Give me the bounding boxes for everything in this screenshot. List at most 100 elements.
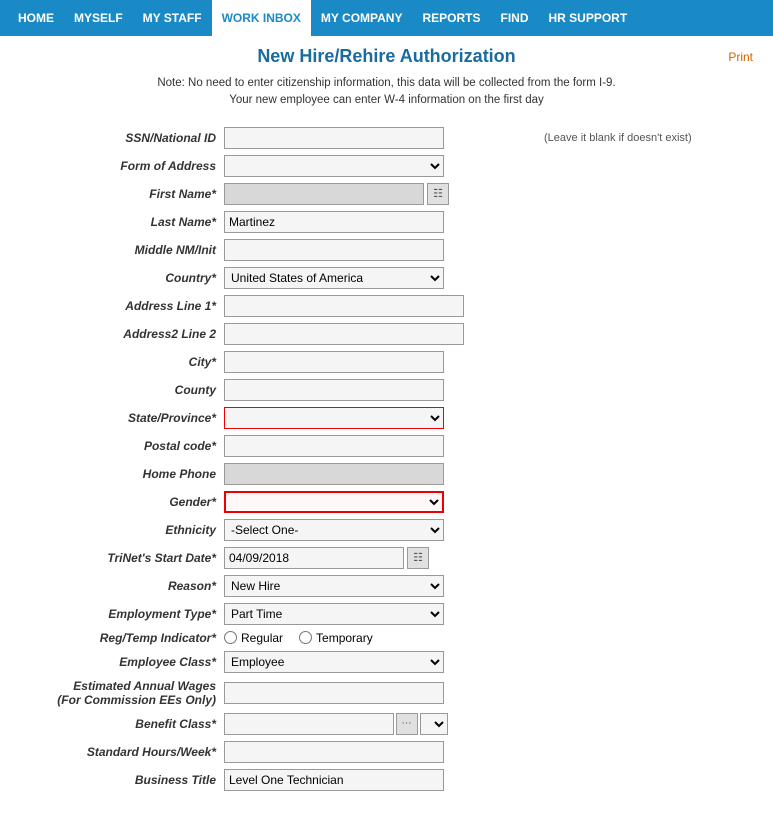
ethnicity-select[interactable]: -Select One- Hispanic or Latino White Bl… xyxy=(224,519,444,541)
page-content: New Hire/Rehire Authorization Print Note… xyxy=(0,36,773,814)
employment-type-select[interactable]: Part Time Full Time xyxy=(224,603,444,625)
state-select[interactable]: Alabama Alaska California New York Texas xyxy=(224,407,444,429)
country-label: Country* xyxy=(20,264,220,292)
regular-label: Regular xyxy=(241,631,283,645)
business-title-input[interactable] xyxy=(224,769,444,791)
first-name-label: First Name* xyxy=(20,180,220,208)
ssn-label: SSN/National ID xyxy=(20,124,220,152)
reason-label: Reason* xyxy=(20,572,220,600)
est-wages-input-cell xyxy=(220,676,540,710)
home-phone-label: Home Phone xyxy=(20,460,220,488)
reason-row: Reason* New Hire Rehire xyxy=(20,572,753,600)
country-row: Country* United States of America Canada… xyxy=(20,264,753,292)
employee-class-label: Employee Class* xyxy=(20,648,220,676)
trinet-start-input[interactable] xyxy=(224,547,404,569)
temporary-radio[interactable] xyxy=(299,631,312,644)
std-hours-row: Standard Hours/Week* xyxy=(20,738,753,766)
ssn-row: SSN/National ID (Leave it blank if doesn… xyxy=(20,124,753,152)
nav-find[interactable]: FIND xyxy=(490,0,538,36)
middle-name-label: Middle NM/Init xyxy=(20,236,220,264)
nav-reports[interactable]: REPORTS xyxy=(412,0,490,36)
postal-row: Postal code* xyxy=(20,432,753,460)
reason-select[interactable]: New Hire Rehire xyxy=(224,575,444,597)
employment-type-input-cell: Part Time Full Time xyxy=(220,600,540,628)
gender-select[interactable]: Male Female xyxy=(224,491,444,513)
county-input[interactable] xyxy=(224,379,444,401)
middle-name-row: Middle NM/Init xyxy=(20,236,753,264)
county-input-cell xyxy=(220,376,540,404)
nav-work-inbox[interactable]: WORK INBOX xyxy=(212,0,311,36)
benefit-class-input[interactable] xyxy=(224,713,394,735)
last-name-input[interactable] xyxy=(224,211,444,233)
lookup-icon[interactable]: ⋯ xyxy=(396,713,418,735)
benefit-class-input-cell: ⋯ xyxy=(220,710,540,738)
country-select[interactable]: United States of America Canada Mexico xyxy=(224,267,444,289)
benefit-class-select[interactable] xyxy=(420,713,448,735)
nav-my-company[interactable]: MY COMPANY xyxy=(311,0,413,36)
form-table: SSN/National ID (Leave it blank if doesn… xyxy=(20,124,753,794)
address1-label: Address Line 1* xyxy=(20,292,220,320)
page-title: New Hire/Rehire Authorization xyxy=(257,46,515,67)
temporary-label: Temporary xyxy=(316,631,373,645)
reg-temp-radio-group: Regular Temporary xyxy=(224,631,536,645)
person-icon[interactable]: ☷ xyxy=(427,183,449,205)
middle-name-input-cell xyxy=(220,236,540,264)
address2-row: Address2 Line 2 xyxy=(20,320,753,348)
reg-temp-label: Reg/Temp Indicator* xyxy=(20,628,220,648)
nav-my-staff[interactable]: MY STAFF xyxy=(133,0,212,36)
est-wages-label: Estimated Annual Wages (For Commission E… xyxy=(20,676,220,710)
employment-type-row: Employment Type* Part Time Full Time xyxy=(20,600,753,628)
regular-radio-label[interactable]: Regular xyxy=(224,631,283,645)
gender-input-cell: Male Female xyxy=(220,488,540,516)
state-label: State/Province* xyxy=(20,404,220,432)
temporary-radio-label[interactable]: Temporary xyxy=(299,631,373,645)
form-of-address-select[interactable]: Mr. Ms. Mrs. Dr. xyxy=(224,155,444,177)
nav-home[interactable]: HOME xyxy=(8,0,64,36)
form-of-address-input-cell: Mr. Ms. Mrs. Dr. xyxy=(220,152,540,180)
home-phone-input-cell xyxy=(220,460,540,488)
address1-input[interactable] xyxy=(224,295,464,317)
ssn-input[interactable] xyxy=(224,127,444,149)
est-wages-row: Estimated Annual Wages (For Commission E… xyxy=(20,676,753,710)
country-input-cell: United States of America Canada Mexico xyxy=(220,264,540,292)
nav-hr-support[interactable]: HR SUPPORT xyxy=(538,0,637,36)
benefit-class-wrap: ⋯ xyxy=(224,713,536,735)
trinet-start-row: TriNet's Start Date* ☷ xyxy=(20,544,753,572)
date-input-wrap: ☷ xyxy=(224,547,536,569)
benefit-class-label: Benefit Class* xyxy=(20,710,220,738)
est-wages-input[interactable] xyxy=(224,682,444,704)
employee-class-select[interactable]: Employee Contractor xyxy=(224,651,444,673)
middle-name-input[interactable] xyxy=(224,239,444,261)
first-name-row: First Name* ☷ xyxy=(20,180,753,208)
nav-myself[interactable]: MYSELF xyxy=(64,0,133,36)
calendar-icon[interactable]: ☷ xyxy=(407,547,429,569)
title-row: New Hire/Rehire Authorization Print xyxy=(20,46,753,67)
city-row: City* xyxy=(20,348,753,376)
std-hours-input[interactable] xyxy=(224,741,444,763)
first-name-input-cell: ☷ xyxy=(220,180,540,208)
navigation-bar: HOME MYSELF MY STAFF WORK INBOX MY COMPA… xyxy=(0,0,773,36)
address2-input[interactable] xyxy=(224,323,464,345)
trinet-start-label: TriNet's Start Date* xyxy=(20,544,220,572)
benefit-class-row: Benefit Class* ⋯ xyxy=(20,710,753,738)
city-input[interactable] xyxy=(224,351,444,373)
regular-radio[interactable] xyxy=(224,631,237,644)
gender-row: Gender* Male Female xyxy=(20,488,753,516)
home-phone-row: Home Phone xyxy=(20,460,753,488)
first-name-input[interactable] xyxy=(224,183,424,205)
form-of-address-label: Form of Address xyxy=(20,152,220,180)
county-label: County xyxy=(20,376,220,404)
employment-type-label: Employment Type* xyxy=(20,600,220,628)
home-phone-input[interactable] xyxy=(224,463,444,485)
est-wages-sub-text: (For Commission EEs Only) xyxy=(57,693,216,707)
ethnicity-label: Ethnicity xyxy=(20,516,220,544)
postal-input-cell xyxy=(220,432,540,460)
reg-temp-input-cell: Regular Temporary xyxy=(220,628,540,648)
address1-row: Address Line 1* xyxy=(20,292,753,320)
trinet-start-input-cell: ☷ xyxy=(220,544,540,572)
address2-label: Address2 Line 2 xyxy=(20,320,220,348)
est-wages-label-text: Estimated Annual Wages xyxy=(73,679,216,693)
postal-input[interactable] xyxy=(224,435,444,457)
print-link[interactable]: Print xyxy=(728,50,753,64)
postal-label: Postal code* xyxy=(20,432,220,460)
